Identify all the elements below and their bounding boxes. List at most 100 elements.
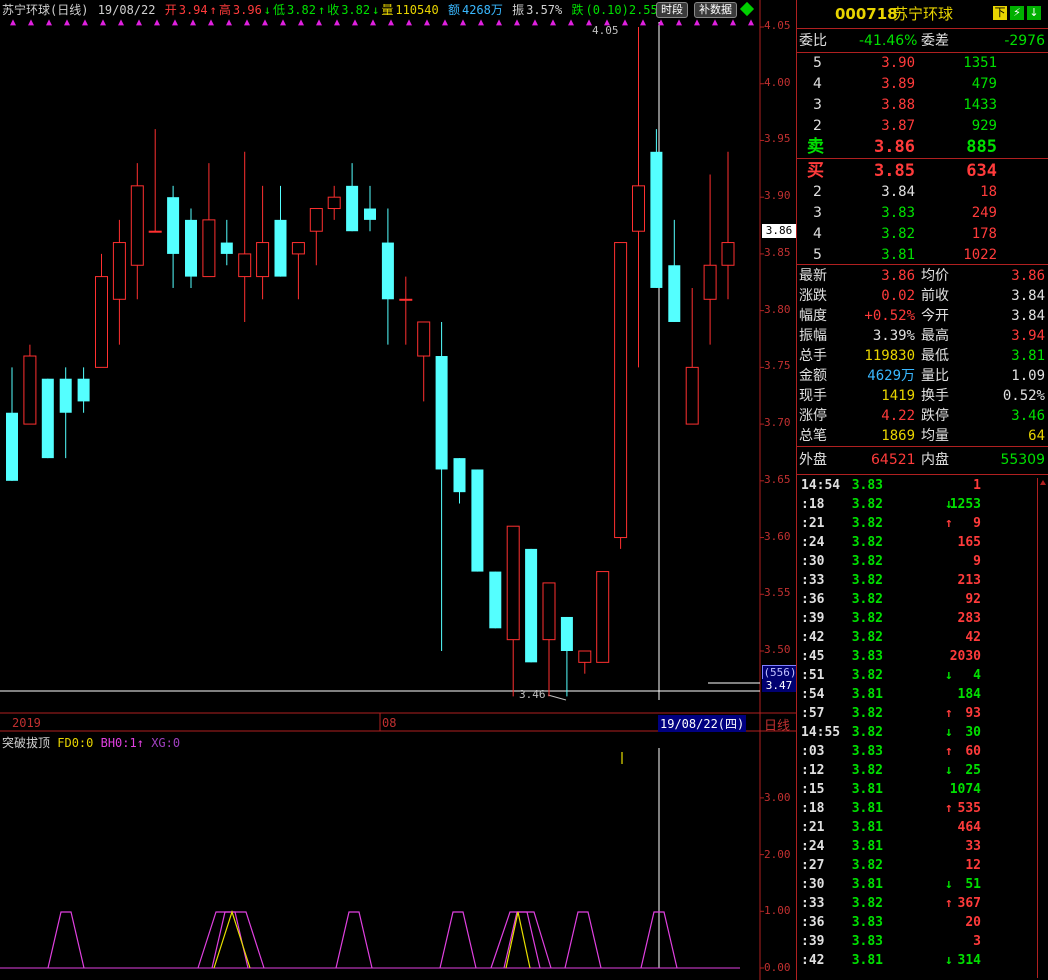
marker-icon: ▲ bbox=[244, 17, 250, 28]
candle bbox=[506, 525, 520, 697]
indicator-tick-label: 3.00 bbox=[764, 790, 791, 804]
stat-value: 4629万 bbox=[867, 368, 915, 384]
tick-time: :21 bbox=[801, 516, 825, 531]
stat-value: 3.39% bbox=[872, 328, 915, 344]
tick-price: 3.81 bbox=[851, 687, 883, 702]
tick-volume: 60 bbox=[965, 744, 981, 759]
stat-value: +0.52% bbox=[864, 308, 915, 324]
tick-price: 3.81 bbox=[851, 877, 883, 892]
tick-time: :51 bbox=[801, 668, 825, 683]
volume-value: 1433 bbox=[963, 97, 997, 113]
marker-icon: ▲ bbox=[316, 17, 322, 28]
price-tick-label: 3.95 bbox=[764, 132, 791, 146]
candle bbox=[274, 185, 287, 277]
candle-body bbox=[489, 571, 502, 629]
stat-label: 均价 bbox=[921, 268, 949, 284]
price-tick-label: 3.70 bbox=[764, 416, 791, 430]
marker-icon: ▲ bbox=[280, 17, 286, 28]
price-value[interactable]: 3.86 bbox=[874, 137, 915, 157]
price-value[interactable]: 3.85 bbox=[874, 161, 915, 181]
period-button[interactable]: 时段 bbox=[656, 2, 688, 18]
candle-body bbox=[381, 242, 394, 300]
tick-row: :42 3.82 42 bbox=[797, 628, 1048, 647]
marker-icon: ▲ bbox=[460, 17, 466, 28]
quote-title-bar: 000718 苏宁环球 下 ⚡ ↓ bbox=[797, 4, 1048, 26]
candle bbox=[220, 219, 233, 266]
candle-body bbox=[506, 525, 520, 641]
down-arrow-icon: ↓ bbox=[945, 877, 953, 892]
stat-label: 最高 bbox=[921, 328, 949, 344]
tick-price: 3.82 bbox=[851, 630, 883, 645]
up-arrow-icon: ↑ bbox=[945, 516, 953, 531]
bh0-signal bbox=[490, 911, 552, 969]
stat-row: 总笔 1869 均量 64 bbox=[797, 426, 1048, 446]
candle-body bbox=[41, 378, 54, 459]
candle-body bbox=[417, 321, 431, 357]
period-label[interactable]: 日线 bbox=[764, 715, 790, 734]
tick-volume: 9 bbox=[973, 554, 981, 569]
stat-label: 现手 bbox=[799, 388, 827, 404]
price-value[interactable]: 3.90 bbox=[881, 53, 915, 73]
price-value[interactable]: 3.88 bbox=[881, 95, 915, 115]
marker-icon: ▲ bbox=[676, 17, 682, 28]
stock-title: 苏宁环球(日线) bbox=[2, 3, 89, 17]
price-tick-label: 3.55 bbox=[764, 586, 791, 600]
amplitude-label: 振 bbox=[512, 3, 525, 17]
price-tick-label: 3.65 bbox=[764, 472, 791, 486]
candle-body bbox=[202, 219, 216, 278]
marker-icon: ▲ bbox=[640, 17, 646, 28]
tick-volume: 30 bbox=[965, 725, 981, 740]
stat-value: 3.84 bbox=[1011, 288, 1045, 304]
tick-row: :27 3.82 12 bbox=[797, 856, 1048, 875]
marker-icon: ▲ bbox=[28, 17, 34, 28]
lightning-icon[interactable]: ⚡ bbox=[1010, 6, 1024, 20]
candle bbox=[668, 219, 681, 322]
tick-volume: 12 bbox=[965, 858, 981, 873]
tick-time: :18 bbox=[801, 497, 825, 512]
candle-body bbox=[685, 366, 699, 425]
stat-label: 最新 bbox=[799, 268, 827, 284]
price-value[interactable]: 3.81 bbox=[881, 245, 915, 265]
candle-body bbox=[220, 242, 233, 254]
tick-scrollbar[interactable] bbox=[1037, 478, 1048, 978]
tick-price: 3.82 bbox=[851, 725, 883, 740]
price-value[interactable]: 3.84 bbox=[881, 182, 915, 202]
open-label: 开 bbox=[164, 3, 177, 17]
tick-price: 3.81 bbox=[851, 839, 883, 854]
cursor-count-tag: (556) bbox=[762, 665, 798, 680]
price-value[interactable]: 3.82 bbox=[881, 224, 915, 244]
stat-label: 量比 bbox=[921, 368, 949, 384]
inner-label: 内盘 bbox=[921, 452, 949, 468]
tick-price: 3.82 bbox=[851, 497, 883, 512]
price-tick-label: 3.75 bbox=[764, 359, 791, 373]
up-arrow-icon: ↑ bbox=[209, 3, 217, 17]
kline-chart[interactable]: ▲ ▲ ▲ ▲ ▲ ▲ ▲ ▲ ▲ ▲ ▲ ▲ ▲ ▲ ▲ ▲ ▲ ▲ ▲ ▲ ▲ ▲ ▲ ▲ ▲ ▲ ▲ ▲ ▲ ▲ ▲ ▲ ▲ ▲ ▲ ▲ ▲ ▲ ▲ ▲… bbox=[0, 0, 796, 980]
outer-value: 64521 bbox=[871, 452, 916, 468]
down-arrow-icon: ↓ bbox=[945, 668, 953, 683]
tick-volume: 4 bbox=[973, 668, 981, 683]
indicator-name[interactable]: 突破拔顶 bbox=[2, 736, 50, 750]
expand-icon[interactable]: ↓ bbox=[1027, 6, 1041, 20]
tick-row: :30 3.81 ↓ 51 bbox=[797, 875, 1048, 894]
low-label: 低 bbox=[273, 3, 286, 17]
stat-label: 幅度 bbox=[799, 308, 827, 324]
scroll-up-icon[interactable] bbox=[1040, 480, 1046, 485]
candle-body bbox=[167, 197, 180, 254]
stat-value: 0.02 bbox=[881, 288, 915, 304]
down-arrow-icon: ↓ bbox=[945, 763, 953, 778]
x-label-month: 08 bbox=[382, 716, 397, 730]
price-value[interactable]: 3.89 bbox=[881, 74, 915, 94]
stat-label: 均量 bbox=[921, 428, 949, 444]
stat-row: 最新 3.86 均价 3.86 bbox=[797, 266, 1048, 286]
price-value[interactable]: 3.83 bbox=[881, 203, 915, 223]
candle bbox=[256, 185, 270, 300]
amount-value: 4268万 bbox=[461, 3, 503, 17]
supplement-data-button[interactable]: 补数据 bbox=[694, 2, 737, 18]
tick-volume: 42 bbox=[965, 630, 981, 645]
stat-value: 3.86 bbox=[881, 268, 915, 284]
weicha-value: -2976 bbox=[1004, 33, 1045, 49]
download-icon[interactable]: 下 bbox=[993, 6, 1007, 20]
low-value: 3.82 bbox=[287, 3, 316, 17]
price-value[interactable]: 3.87 bbox=[881, 116, 915, 136]
candle-body bbox=[346, 185, 359, 232]
